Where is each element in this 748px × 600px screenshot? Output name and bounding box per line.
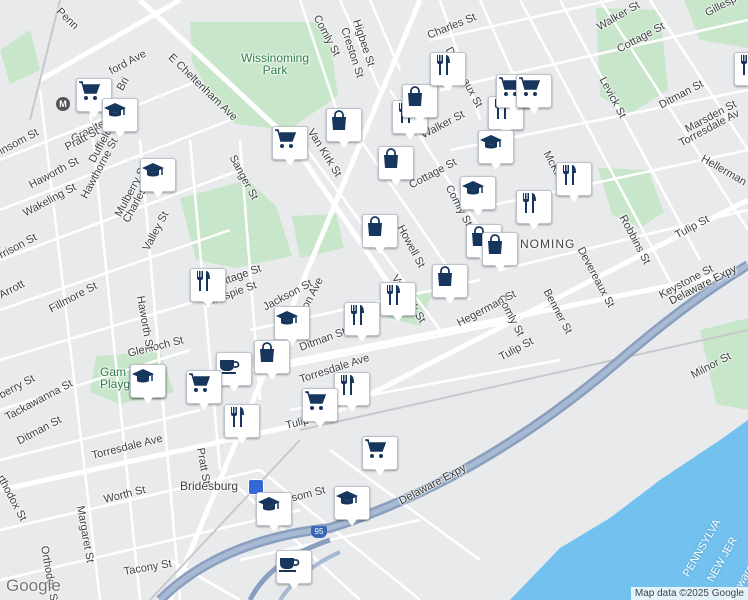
poi-marker-food-11[interactable] [224,404,260,444]
poi-marker-cafe-2[interactable] [276,550,312,590]
poi-marker-school-7[interactable] [130,364,166,404]
poi-marker-grocery-6[interactable] [302,388,338,428]
poi-marker-grocery-4[interactable] [516,74,552,114]
poi-marker-shop-2[interactable] [402,84,438,124]
poi-marker-school-1[interactable] [102,98,138,138]
poi-marker-food-9[interactable] [344,302,380,342]
poi-marker-school-2[interactable] [140,158,176,198]
poi-marker-food-2[interactable] [430,52,466,92]
poi-marker-school-8[interactable] [256,492,292,532]
poi-marker-school-4[interactable] [460,176,496,216]
label-wissinoming: NOMING [520,237,576,251]
poi-marker-food-5[interactable] [556,162,592,202]
poi-marker-food-6[interactable] [516,190,552,230]
label-gambrel-playground: Gam Playgr [100,365,135,391]
poi-marker-shop-7[interactable] [432,264,468,304]
poi-marker-food-10[interactable] [334,372,370,412]
poi-marker-shop-4[interactable] [362,214,398,254]
poi-marker-school-5[interactable] [274,306,310,346]
poi-marker-grocery-2[interactable] [272,126,308,166]
map-base-layer [0,0,748,600]
google-logo: Google [6,576,61,595]
poi-marker-shop-1[interactable] [326,108,362,148]
metro-station-icon[interactable]: M [56,97,70,111]
poi-marker-shop-3[interactable] [378,146,414,186]
poi-marker-shop-6[interactable] [482,232,518,272]
label-wissinoming-park: Wissinoming Park [241,51,310,77]
poi-marker-food-7[interactable] [190,268,226,308]
poi-marker-shop-8[interactable] [254,340,290,380]
poi-marker-food-8[interactable] [380,282,416,322]
poi-marker-food-4[interactable] [734,52,748,92]
poi-marker-grocery-5[interactable] [186,370,222,410]
map-canvas[interactable]: Wissinoming Park NOMING Gam Playgr Bride… [0,0,748,600]
poi-marker-school-9[interactable] [334,486,370,526]
poi-marker-grocery-7[interactable] [362,436,398,476]
map-attribution[interactable]: Map data ©2025 Google [630,587,748,600]
interstate-95-shield: 95 [311,526,327,538]
poi-marker-school-3[interactable] [478,130,514,170]
